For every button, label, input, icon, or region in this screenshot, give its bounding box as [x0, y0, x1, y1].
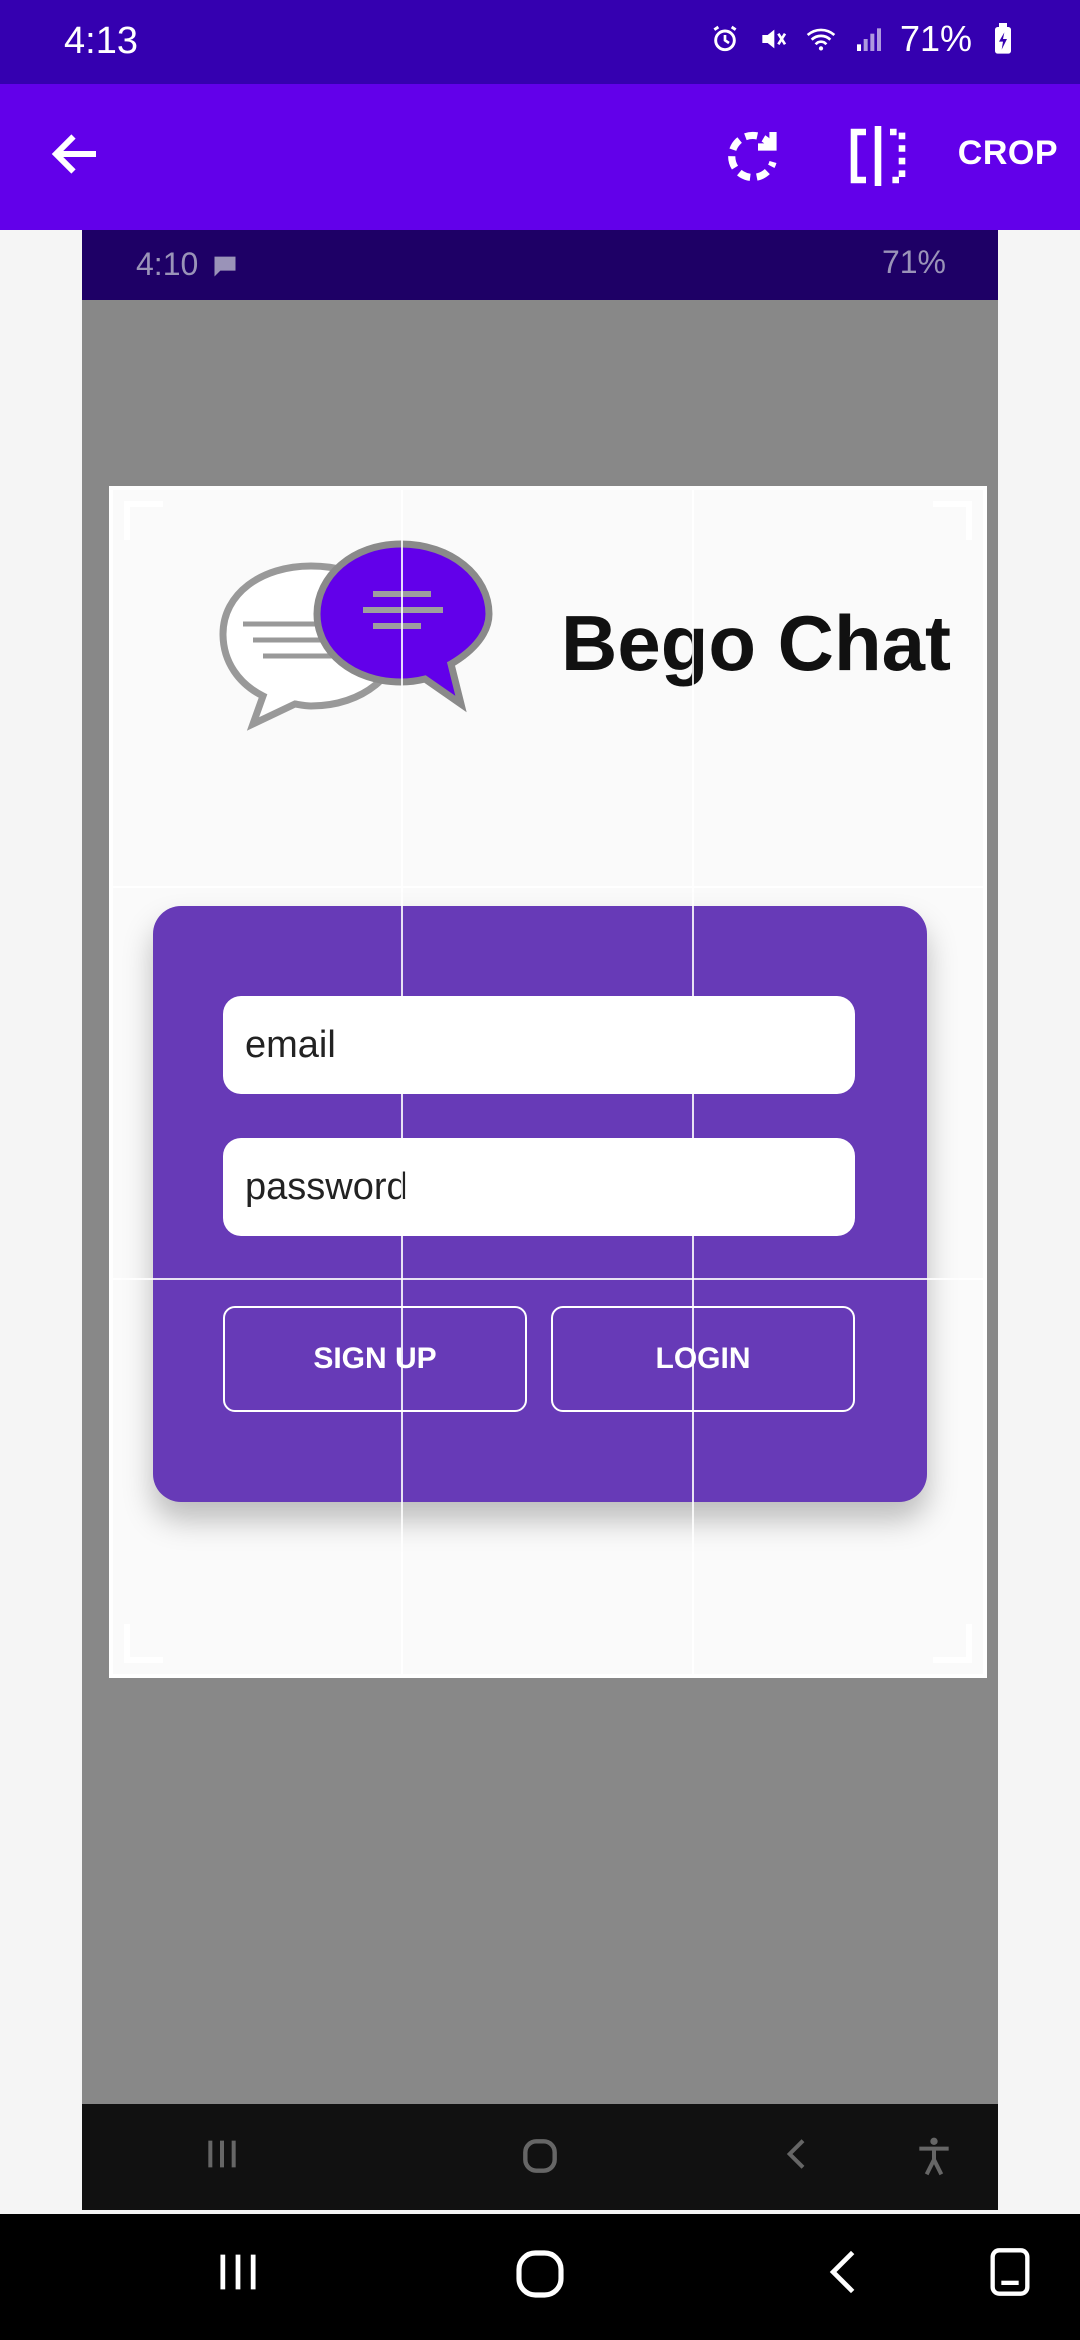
crop-grid-line [109, 886, 987, 888]
wifi-icon [804, 22, 838, 56]
crop-handle-bottom-right[interactable] [929, 1620, 973, 1664]
sign-up-button: SIGN UP [223, 1306, 527, 1412]
inner-battery-percent: 71% [881, 244, 946, 280]
inner-back-icon [778, 2134, 818, 2184]
inner-status-time: 4:10 [136, 246, 199, 282]
crop-handle-top-left[interactable] [123, 500, 167, 544]
password-field: password [223, 1138, 855, 1236]
status-time: 4:13 [64, 20, 138, 62]
battery-percent: 71% [899, 18, 972, 59]
crop-handle-top-right[interactable] [929, 500, 973, 544]
crop-grid-line [109, 1278, 987, 1280]
mute-icon [756, 22, 790, 56]
crop-handle-bottom-left[interactable] [123, 1620, 167, 1664]
login-button: LOGIN [551, 1306, 855, 1412]
inner-status-icons: 71% [882, 244, 946, 281]
message-icon [214, 256, 236, 277]
inner-accessibility-icon [912, 2134, 956, 2188]
chat-logo-icon [219, 540, 493, 731]
keyboard-toggle-icon[interactable] [986, 2246, 1034, 2303]
top-app-bar: CROP [0, 84, 1080, 230]
inner-recents-icon [202, 2134, 242, 2184]
crop-region[interactable]: Bego Chat email password SIGN UP LOGIN [109, 486, 987, 1678]
recents-icon[interactable] [212, 2246, 264, 2303]
email-field: email [223, 996, 855, 1094]
flip-icon[interactable] [842, 120, 914, 192]
alarm-icon [708, 22, 742, 56]
back-icon[interactable] [818, 2246, 870, 2303]
crop-button[interactable]: CROP [958, 134, 1058, 173]
crop-grid-line [692, 486, 694, 1678]
inner-status-bar: 4:10 71% [82, 230, 998, 300]
system-nav-bar [0, 2214, 1080, 2340]
login-card: email password SIGN UP LOGIN [153, 906, 927, 1502]
brand-title: Bego Chat [561, 599, 951, 687]
crop-grid-line [401, 486, 403, 1678]
signal-icon [852, 22, 886, 56]
home-icon[interactable] [512, 2246, 568, 2307]
battery-icon [986, 22, 1020, 56]
inner-home-icon [518, 2134, 562, 2188]
inner-nav-bar [82, 2104, 998, 2210]
rotate-icon[interactable] [716, 120, 788, 192]
status-bar: 4:13 71% [0, 0, 1080, 84]
status-icons: 71% [708, 18, 1020, 60]
back-arrow-icon[interactable] [46, 124, 106, 184]
